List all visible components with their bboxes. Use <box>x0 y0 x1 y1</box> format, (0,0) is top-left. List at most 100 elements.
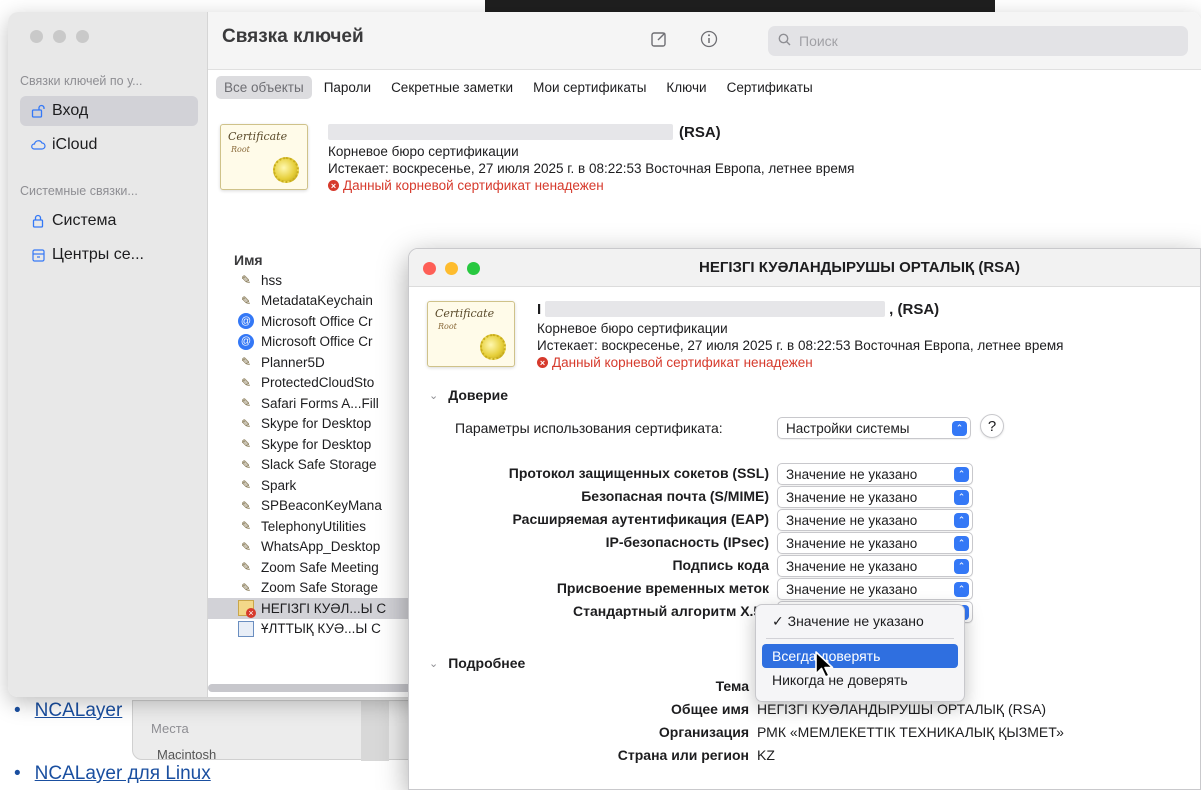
menu-item-never-trust[interactable]: Никогда не доверять <box>762 668 958 692</box>
list-item[interactable]: ✎ TelephonyUtilities <box>208 516 418 537</box>
detail-value: РМК «МЕМЛЕКЕТТІК ТЕХНИКАЛЫҚ ҚЫЗМЕТ» <box>757 724 1064 740</box>
key-item-icon: ✎ <box>240 396 252 411</box>
dialog-cert-type: Корневое бюро сертификации <box>537 321 728 336</box>
tab-certificates[interactable]: Сертификаты <box>719 76 821 99</box>
list-item[interactable]: НЕГІЗГІ КУӘЛ...Ы С <box>208 598 418 619</box>
detail-label: Организация <box>658 724 749 740</box>
popup-stepper-icon: ⌃ <box>954 490 969 505</box>
list-item-label: WhatsApp_Desktop <box>261 539 381 555</box>
list-item[interactable]: ✎ Safari Forms A...Fill <box>208 393 418 414</box>
cert-summary-warning: × Данный корневой сертификат ненадежен <box>328 178 854 193</box>
list-item-label: Zoom Safe Storage <box>261 580 379 596</box>
trust-section-toggle[interactable]: ⌄ Доверие <box>429 387 508 403</box>
sidebar-item-system[interactable]: Система <box>20 206 198 236</box>
list-item[interactable]: ✎ Planner5D <box>208 352 418 373</box>
key-item-icon: ✎ <box>240 519 252 534</box>
trust-row-popup[interactable]: Значение не указано ⌃ <box>777 532 973 554</box>
list-item-label: Spark <box>261 477 297 493</box>
list-item[interactable]: @ Microsoft Office Cr <box>208 332 418 353</box>
key-item-icon: ✎ <box>240 375 252 390</box>
tab-my-certificates[interactable]: Мои сертификаты <box>525 76 654 99</box>
key-item-icon: ✎ <box>240 580 252 595</box>
sidebar-item-icloud[interactable]: iCloud <box>20 130 198 160</box>
trust-row-value: Значение не указано <box>786 558 918 574</box>
list-item[interactable]: ✎ hss <box>208 270 418 291</box>
details-section-toggle[interactable]: ⌄ Подробнее <box>429 655 525 671</box>
search-placeholder: Поиск <box>799 33 838 49</box>
chevron-down-icon: ⌄ <box>429 389 439 402</box>
info-icon[interactable] <box>698 28 720 50</box>
usage-popup[interactable]: Настройки системы ⌃ <box>777 417 971 439</box>
list-item-label: MetadataKeychain <box>261 293 373 309</box>
list-item-label: ProtectedCloudSto <box>261 375 375 391</box>
trust-row-popup[interactable]: Значение не указано ⌃ <box>777 463 973 485</box>
error-icon: × <box>537 357 548 368</box>
horizontal-scrollbar[interactable] <box>208 684 418 692</box>
zoom-button[interactable] <box>76 30 89 43</box>
list-item[interactable]: ✎ Skype for Desktop <box>208 434 418 455</box>
sidebar-item-label: Вход <box>52 102 89 119</box>
list-item[interactable]: ✎ Slack Safe Storage <box>208 455 418 476</box>
finder-window: Места Macintosh <box>132 700 432 762</box>
sidebar-item-cert-authorities[interactable]: Центры се... <box>20 240 198 270</box>
search-field[interactable]: Поиск <box>768 26 1188 56</box>
tab-passwords[interactable]: Пароли <box>316 76 379 99</box>
close-button[interactable] <box>30 30 43 43</box>
list-item-label: SPBeaconKeyMana <box>261 498 382 514</box>
list-item-label: Safari Forms A...Fill <box>261 395 379 411</box>
list-item[interactable]: ✎ ProtectedCloudSto <box>208 373 418 394</box>
ncalayer-link[interactable]: NCALayer <box>14 700 123 722</box>
warning-text: Данный корневой сертификат ненадежен <box>552 355 813 370</box>
trust-row-popup[interactable]: Значение не указано ⌃ <box>777 486 973 508</box>
menu-item-not-specified[interactable]: ✓ Значение не указано <box>762 609 958 633</box>
tab-secure-notes[interactable]: Секретные заметки <box>383 76 521 99</box>
lock-icon <box>30 213 46 229</box>
trust-row-label: Присвоение временных меток <box>556 580 769 596</box>
sidebar-item-label: iCloud <box>52 136 98 153</box>
menu-item-always-trust[interactable]: Всегда доверять <box>762 644 958 668</box>
trust-row-popup[interactable]: Значение не указано ⌃ <box>777 509 973 531</box>
window-title: Связка ключей <box>222 26 364 47</box>
sidebar-item-login[interactable]: Вход <box>20 96 198 126</box>
list-item[interactable]: ✎ WhatsApp_Desktop <box>208 537 418 558</box>
compose-icon[interactable] <box>648 28 670 50</box>
list-item[interactable]: ✎ Skype for Desktop <box>208 414 418 435</box>
finder-places-label: Места <box>151 721 189 736</box>
detail-value: НЕГІЗГІ КУӘЛАНДЫРУШЫ ОРТАЛЫҚ (RSA) <box>757 701 1047 717</box>
key-item-icon: ✎ <box>240 560 252 575</box>
dialog-cert-suffix: , (RSA) <box>889 300 940 318</box>
ncalayer-linux-link[interactable]: NCALayer для Linux <box>14 763 211 785</box>
trust-row-popup[interactable]: Значение не указано ⌃ <box>777 555 973 577</box>
list-item[interactable]: ✎ Spark <box>208 475 418 496</box>
minimize-button[interactable] <box>53 30 66 43</box>
key-item-icon: ✎ <box>240 416 252 431</box>
key-item-icon: ✎ <box>240 478 252 493</box>
list-item[interactable]: ҰЛТТЫҚ КУӘ...Ы С <box>208 619 418 640</box>
trust-row-label: Подпись кода <box>672 557 769 573</box>
trust-row-popup[interactable]: Значение не указано ⌃ <box>777 578 973 600</box>
redacted-name <box>328 124 673 140</box>
finder-disk-item[interactable]: Macintosh <box>157 747 216 762</box>
list-item[interactable]: @ Microsoft Office Cr <box>208 311 418 332</box>
browser-top-strip <box>485 0 995 12</box>
help-button[interactable]: ? <box>980 414 1004 438</box>
list-item[interactable]: ✎ Zoom Safe Meeting <box>208 557 418 578</box>
cert-summary-expiry: Истекает: воскресенье, 27 июля 2025 г. в… <box>328 161 855 176</box>
trust-row-label: Протокол защищенных сокетов (SSL) <box>508 465 769 481</box>
list-item-label: Zoom Safe Meeting <box>261 559 379 575</box>
key-item-icon: ✎ <box>240 437 252 452</box>
detail-label: Общее имя <box>671 701 749 717</box>
list-item[interactable]: ✎ MetadataKeychain <box>208 291 418 312</box>
list-item[interactable]: ✎ SPBeaconKeyMana <box>208 496 418 517</box>
detail-value: KZ <box>757 747 775 763</box>
toolbar: Связка ключей Поиск <box>208 12 1201 70</box>
internet-password-icon: @ <box>238 313 254 330</box>
tab-keys[interactable]: Ключи <box>658 76 714 99</box>
popup-stepper-icon: ⌃ <box>954 467 969 482</box>
usage-label: Параметры использования сертификата: <box>455 420 723 436</box>
list-item[interactable]: ✎ Zoom Safe Storage <box>208 578 418 599</box>
trust-row-value: Значение не указано <box>786 512 918 528</box>
column-header-name[interactable]: Имя <box>234 252 263 268</box>
list-item-label: hss <box>261 272 283 288</box>
tab-all-items[interactable]: Все объекты <box>216 76 312 99</box>
